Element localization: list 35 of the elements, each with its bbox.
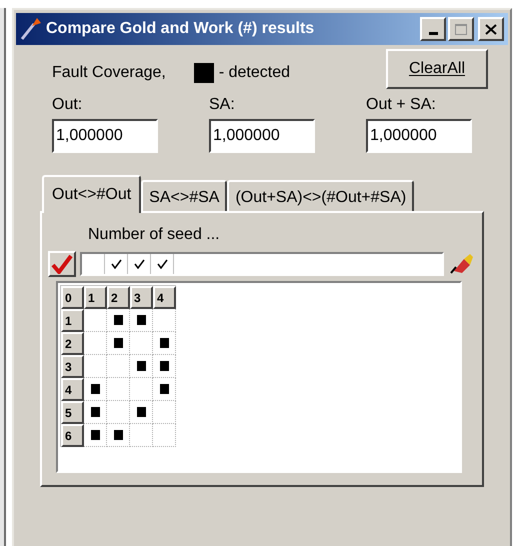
torch-icon bbox=[20, 17, 42, 41]
grid-header: 3 bbox=[61, 355, 84, 378]
check-icon bbox=[156, 259, 168, 269]
grid-header: 4 bbox=[153, 286, 176, 309]
grid-header: 5 bbox=[61, 401, 84, 424]
window-title: Compare Gold and Work (#) results bbox=[46, 19, 314, 39]
grid-header: 0 bbox=[61, 286, 84, 309]
check-all-button[interactable] bbox=[48, 251, 76, 277]
check-icon bbox=[134, 259, 144, 269]
tab[interactable]: SA<>#SA bbox=[141, 180, 228, 213]
field-label: SA: bbox=[209, 95, 236, 115]
grid-header: 2 bbox=[61, 332, 84, 355]
field-label: Out: bbox=[52, 95, 84, 115]
minimize-button[interactable] bbox=[420, 17, 446, 41]
check-icon bbox=[110, 259, 122, 269]
legend-label: Fault Coverage, bbox=[52, 63, 166, 83]
close-button[interactable] bbox=[478, 17, 504, 41]
legend-text: - detected bbox=[218, 63, 290, 83]
clear-all-button[interactable]: ClearAll bbox=[386, 49, 488, 89]
close-icon bbox=[485, 24, 497, 34]
grid-header: 6 bbox=[61, 424, 84, 447]
grid-header: 3 bbox=[130, 286, 153, 309]
grid-header: 1 bbox=[84, 286, 107, 309]
value-field[interactable]: 1,000000 bbox=[209, 119, 315, 153]
value-field[interactable]: 1,000000 bbox=[366, 119, 472, 153]
grid-header: 2 bbox=[107, 286, 130, 309]
tab[interactable]: (Out+SA)<>(#Out+#SA) bbox=[227, 180, 414, 213]
grid-header: 4 bbox=[61, 378, 84, 401]
grid-header: 1 bbox=[61, 309, 84, 332]
tab[interactable]: Out<>#Out bbox=[42, 175, 142, 213]
detected-swatch-icon bbox=[194, 63, 214, 83]
seed-label: Number of seed ... bbox=[88, 225, 221, 245]
field-label: Out + SA: bbox=[366, 95, 437, 115]
value-field[interactable]: 1,000000 bbox=[52, 119, 158, 153]
maximize-button[interactable] bbox=[448, 17, 474, 41]
